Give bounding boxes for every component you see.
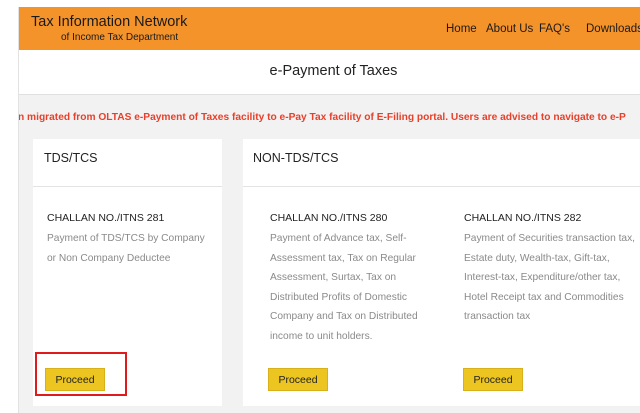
challan-282-desc-line: Payment of Securities transaction tax, [464,233,636,244]
challan-280-desc-line: Distributed Profits of Domestic [270,291,408,303]
card-divider [243,186,640,187]
challan-282-desc-line: Estate duty, Wealth-tax, Gift-tax, [464,252,610,264]
card-title-tds-tcs: TDS/TCS [44,151,98,165]
site-header: Tax Information Network of Income Tax De… [19,7,640,50]
nav-faqs[interactable]: FAQ's [539,23,570,35]
challan-282-desc-line: Interest-tax, Expenditure/other tax, [464,272,621,283]
challan-280-desc-line: Assessment tax, Tax on Regular [270,252,416,264]
notice-text: n migrated from OLTAS e-Payment of Taxes… [19,112,626,123]
card-non-tds-tcs: NON-TDS/TCS CHALLAN NO./ITNS 280 Payment… [243,139,640,406]
challan-280-desc-line: Assessment, Surtax, Tax on [270,272,397,283]
proceed-button-280[interactable]: Proceed [268,368,328,391]
page-title-bar: e-Payment of Taxes [19,50,640,95]
challan-282-title: CHALLAN NO./ITNS 282 [464,212,582,224]
nav-downloads[interactable]: Downloads [586,23,640,35]
challan-280-title: CHALLAN NO./ITNS 280 [270,212,388,224]
challan-280-desc-line: income to unit holders. [270,330,373,342]
proceed-button-282[interactable]: Proceed [463,368,523,391]
notice-marquee: n migrated from OLTAS e-Payment of Taxes… [19,111,640,127]
challan-281-desc-line: or Non Company Deductee [47,252,171,264]
nav-about-us[interactable]: About Us [486,23,533,35]
nav-home[interactable]: Home [446,23,477,35]
challan-282-description: Payment of Securities transaction tax, E… [464,229,640,327]
brand-subtitle: of Income Tax Department [61,32,179,43]
challan-281-title: CHALLAN NO./ITNS 281 [47,212,165,224]
top-gap [18,0,640,7]
challan-280-desc-line: Company and Tax on Distributed [270,311,418,322]
page-title: e-Payment of Taxes [269,63,398,79]
challan-282-desc-line: transaction tax [464,311,531,322]
challan-282-desc-line: Hotel Receipt tax and Commodities [464,291,624,303]
challan-280-description: Payment of Advance tax, Self- Assessment… [270,229,450,346]
proceed-highlight-box [35,352,127,396]
challan-281-description: Payment of TDS/TCS by Company or Non Com… [47,229,222,268]
challan-281-desc-line: Payment of TDS/TCS by Company [47,233,205,244]
brand-title[interactable]: Tax Information Network [31,14,187,30]
card-title-non-tds-tcs: NON-TDS/TCS [253,151,339,165]
challan-280-desc-line: Payment of Advance tax, Self- [270,233,407,244]
card-divider [33,186,222,187]
page-left-edge [0,0,19,413]
